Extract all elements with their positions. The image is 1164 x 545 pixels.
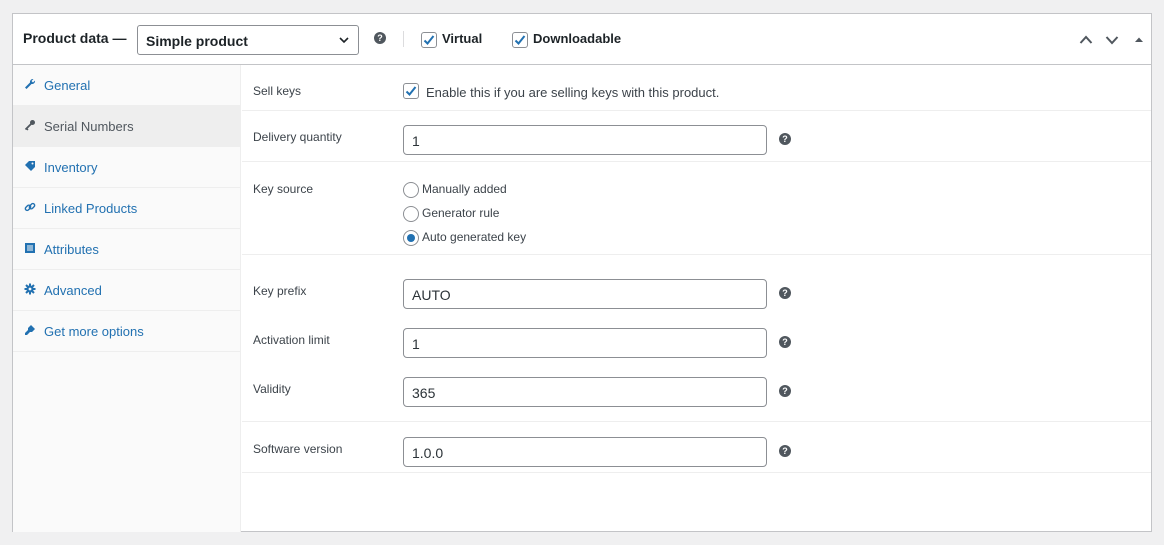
validity-input[interactable]: 365 xyxy=(403,377,767,407)
list-icon xyxy=(25,243,35,253)
link-icon xyxy=(24,202,36,212)
radio-manually-added[interactable] xyxy=(403,182,419,198)
help-icon[interactable]: ? xyxy=(779,287,791,299)
auto-key-settings: Key prefix AUTO ? Activation limit 1 ? V… xyxy=(242,255,1151,422)
delivery-quantity-input[interactable]: 1 xyxy=(403,125,767,155)
help-icon[interactable]: ? xyxy=(374,32,386,44)
virtual-label: Virtual xyxy=(442,31,483,46)
input-value: 1 xyxy=(412,336,420,352)
divider xyxy=(403,31,404,47)
help-icon[interactable]: ? xyxy=(779,336,791,348)
move-down-icon[interactable] xyxy=(1105,33,1119,47)
software-version-input[interactable]: 1.0.0 xyxy=(403,437,767,467)
checkmark-icon xyxy=(405,86,417,96)
product-data-panel: Product data — Simple product ? Virtual … xyxy=(12,13,1152,532)
tab-general[interactable]: General xyxy=(13,65,241,106)
key-prefix-input[interactable]: AUTO xyxy=(403,279,767,309)
key-icon xyxy=(24,120,35,131)
tab-linked-products[interactable]: Linked Products xyxy=(13,188,241,229)
gear-icon xyxy=(24,283,36,295)
help-icon[interactable]: ? xyxy=(779,133,791,145)
checkmark-icon xyxy=(423,35,435,45)
tab-label: Linked Products xyxy=(44,201,138,216)
help-icon[interactable]: ? xyxy=(779,385,791,397)
software-version-row: Software version 1.0.0 ? xyxy=(242,422,1151,473)
tab-serial-numbers[interactable]: Serial Numbers xyxy=(13,106,241,147)
panel-title: Product data — xyxy=(23,30,127,46)
virtual-checkbox[interactable] xyxy=(421,32,437,48)
product-type-value: Simple product xyxy=(146,33,248,49)
tag-icon xyxy=(25,161,35,171)
input-value: 1 xyxy=(412,133,420,149)
field-label: Delivery quantity xyxy=(253,130,342,144)
wrench-icon xyxy=(25,78,36,89)
collapse-toggle-icon[interactable] xyxy=(1132,33,1146,47)
tab-label: Get more options xyxy=(44,324,144,339)
product-type-select[interactable]: Simple product xyxy=(137,25,359,55)
tab-get-more-options[interactable]: Get more options xyxy=(13,311,241,352)
checkmark-icon xyxy=(514,35,526,45)
radio-label: Manually added xyxy=(422,182,507,196)
help-icon[interactable]: ? xyxy=(779,445,791,457)
chevron-down-icon xyxy=(339,37,349,44)
tab-advanced[interactable]: Advanced xyxy=(13,270,241,311)
field-label: Key source xyxy=(253,182,314,196)
field-label: Validity xyxy=(253,382,291,396)
key-source-row: Key source Manually added Generator rule… xyxy=(242,162,1151,255)
input-value: AUTO xyxy=(412,287,451,303)
activation-limit-input[interactable]: 1 xyxy=(403,328,767,358)
tab-label: Serial Numbers xyxy=(44,119,134,134)
panel-header: Product data — Simple product ? Virtual … xyxy=(13,14,1151,65)
tab-label: Inventory xyxy=(44,160,98,175)
tab-label: Attributes xyxy=(44,242,99,257)
sell-keys-checkbox[interactable] xyxy=(403,83,419,99)
field-label: Software version xyxy=(253,442,343,456)
sell-keys-description: Enable this if you are selling keys with… xyxy=(426,85,720,100)
radio-label: Auto generated key xyxy=(422,230,527,244)
tab-label: Advanced xyxy=(44,283,102,298)
input-value: 1.0.0 xyxy=(412,445,444,461)
field-label: Key prefix xyxy=(253,284,307,298)
radio-auto-generated-key[interactable] xyxy=(403,230,419,246)
downloadable-label: Downloadable xyxy=(533,31,622,46)
sell-keys-row: Sell keys Enable this if you are selling… xyxy=(242,65,1151,111)
move-up-icon[interactable] xyxy=(1079,33,1093,47)
plugin-icon xyxy=(25,325,35,335)
tab-attributes[interactable]: Attributes xyxy=(13,229,241,270)
field-label: Sell keys xyxy=(253,84,302,98)
radio-label: Generator rule xyxy=(422,206,500,220)
product-data-tabs: General Serial Numbers Inventory Linked … xyxy=(13,65,241,532)
radio-generator-rule[interactable] xyxy=(403,206,419,222)
delivery-quantity-row: Delivery quantity 1 ? xyxy=(242,111,1151,162)
field-label: Activation limit xyxy=(253,333,330,347)
tab-label: General xyxy=(44,78,91,93)
tab-inventory[interactable]: Inventory xyxy=(13,147,241,188)
input-value: 365 xyxy=(412,385,436,401)
downloadable-checkbox[interactable] xyxy=(512,32,528,48)
